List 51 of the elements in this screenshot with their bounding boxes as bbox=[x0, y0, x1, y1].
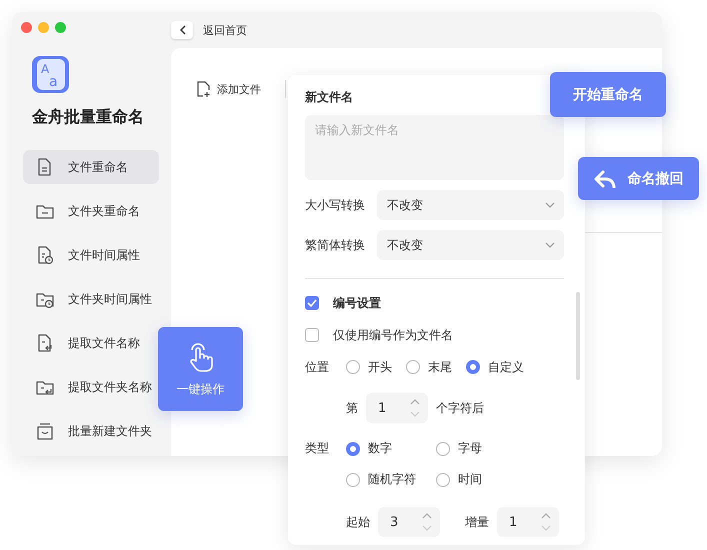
radio-option[interactable]: 字母 bbox=[436, 440, 526, 457]
stepper-icon bbox=[410, 398, 420, 418]
checkbox[interactable] bbox=[305, 328, 319, 342]
field-label: 起始 bbox=[346, 514, 370, 530]
app-logo: A a bbox=[32, 56, 69, 93]
field-label: 繁简体转换 bbox=[305, 236, 365, 254]
field-label: 个字符后 bbox=[436, 400, 484, 416]
sidebar-item[interactable]: 提取文件名称 bbox=[23, 326, 159, 360]
back-label: 返回首页 bbox=[203, 22, 247, 38]
sidebar-item[interactable]: 文件时间属性 bbox=[23, 238, 159, 272]
zoom-button[interactable] bbox=[55, 22, 66, 33]
add-file-icon bbox=[197, 80, 211, 98]
sidebar-item[interactable]: 文件夹重命名 bbox=[23, 194, 159, 228]
stepper-icon bbox=[541, 512, 551, 532]
back-button[interactable] bbox=[171, 21, 193, 39]
field-label: 类型 bbox=[305, 440, 330, 457]
checkbox[interactable] bbox=[305, 296, 319, 310]
sidebar-item[interactable]: 提取文件夹名称 bbox=[23, 370, 159, 404]
radio-option[interactable]: 数字 bbox=[346, 440, 436, 457]
radio-option[interactable]: 随机字符 bbox=[346, 471, 436, 488]
checkbox-label: 仅使用编号作为文件名 bbox=[333, 326, 453, 344]
sidebar-item[interactable]: 文件夹时间属性 bbox=[23, 282, 159, 316]
chevron-down-icon bbox=[545, 242, 555, 248]
add-file-button[interactable]: 添加文件 bbox=[197, 80, 261, 98]
undo-icon bbox=[594, 170, 616, 188]
radio-option[interactable]: 自定义 bbox=[466, 358, 524, 376]
field-label: 位置 bbox=[305, 358, 330, 376]
radio-option[interactable]: 末尾 bbox=[406, 358, 452, 376]
sidebar-item[interactable]: 文件重命名 bbox=[23, 150, 159, 184]
chevron-down-icon bbox=[545, 202, 555, 208]
minimize-button[interactable] bbox=[38, 22, 49, 33]
stepper-icon bbox=[422, 512, 432, 532]
radio-option[interactable]: 时间 bbox=[436, 471, 526, 488]
field-label: 增量 bbox=[465, 514, 489, 530]
close-button[interactable] bbox=[21, 22, 32, 33]
radio-option[interactable]: 开头 bbox=[346, 358, 392, 376]
number-field[interactable]: 1 bbox=[366, 393, 428, 423]
back-icon bbox=[178, 25, 186, 35]
field-label: 第 bbox=[346, 400, 358, 416]
scrollbar[interactable] bbox=[576, 292, 580, 380]
number-field[interactable]: 1 bbox=[497, 507, 559, 537]
box-icon bbox=[35, 421, 55, 441]
dropdown[interactable]: 不改变 bbox=[377, 190, 564, 220]
app-name: 金舟批量重命名 bbox=[32, 107, 145, 128]
dropdown[interactable]: 不改变 bbox=[377, 230, 564, 260]
field-label: 大小写转换 bbox=[305, 196, 365, 214]
sidebar-item[interactable]: 批量新建文件夹 bbox=[23, 414, 159, 448]
number-field[interactable]: 3 bbox=[378, 507, 440, 537]
checkbox-label: 编号设置 bbox=[333, 294, 381, 312]
field-label: 新文件名 bbox=[305, 89, 354, 106]
new-name-field[interactable]: 请输入新文件名 bbox=[305, 115, 564, 180]
